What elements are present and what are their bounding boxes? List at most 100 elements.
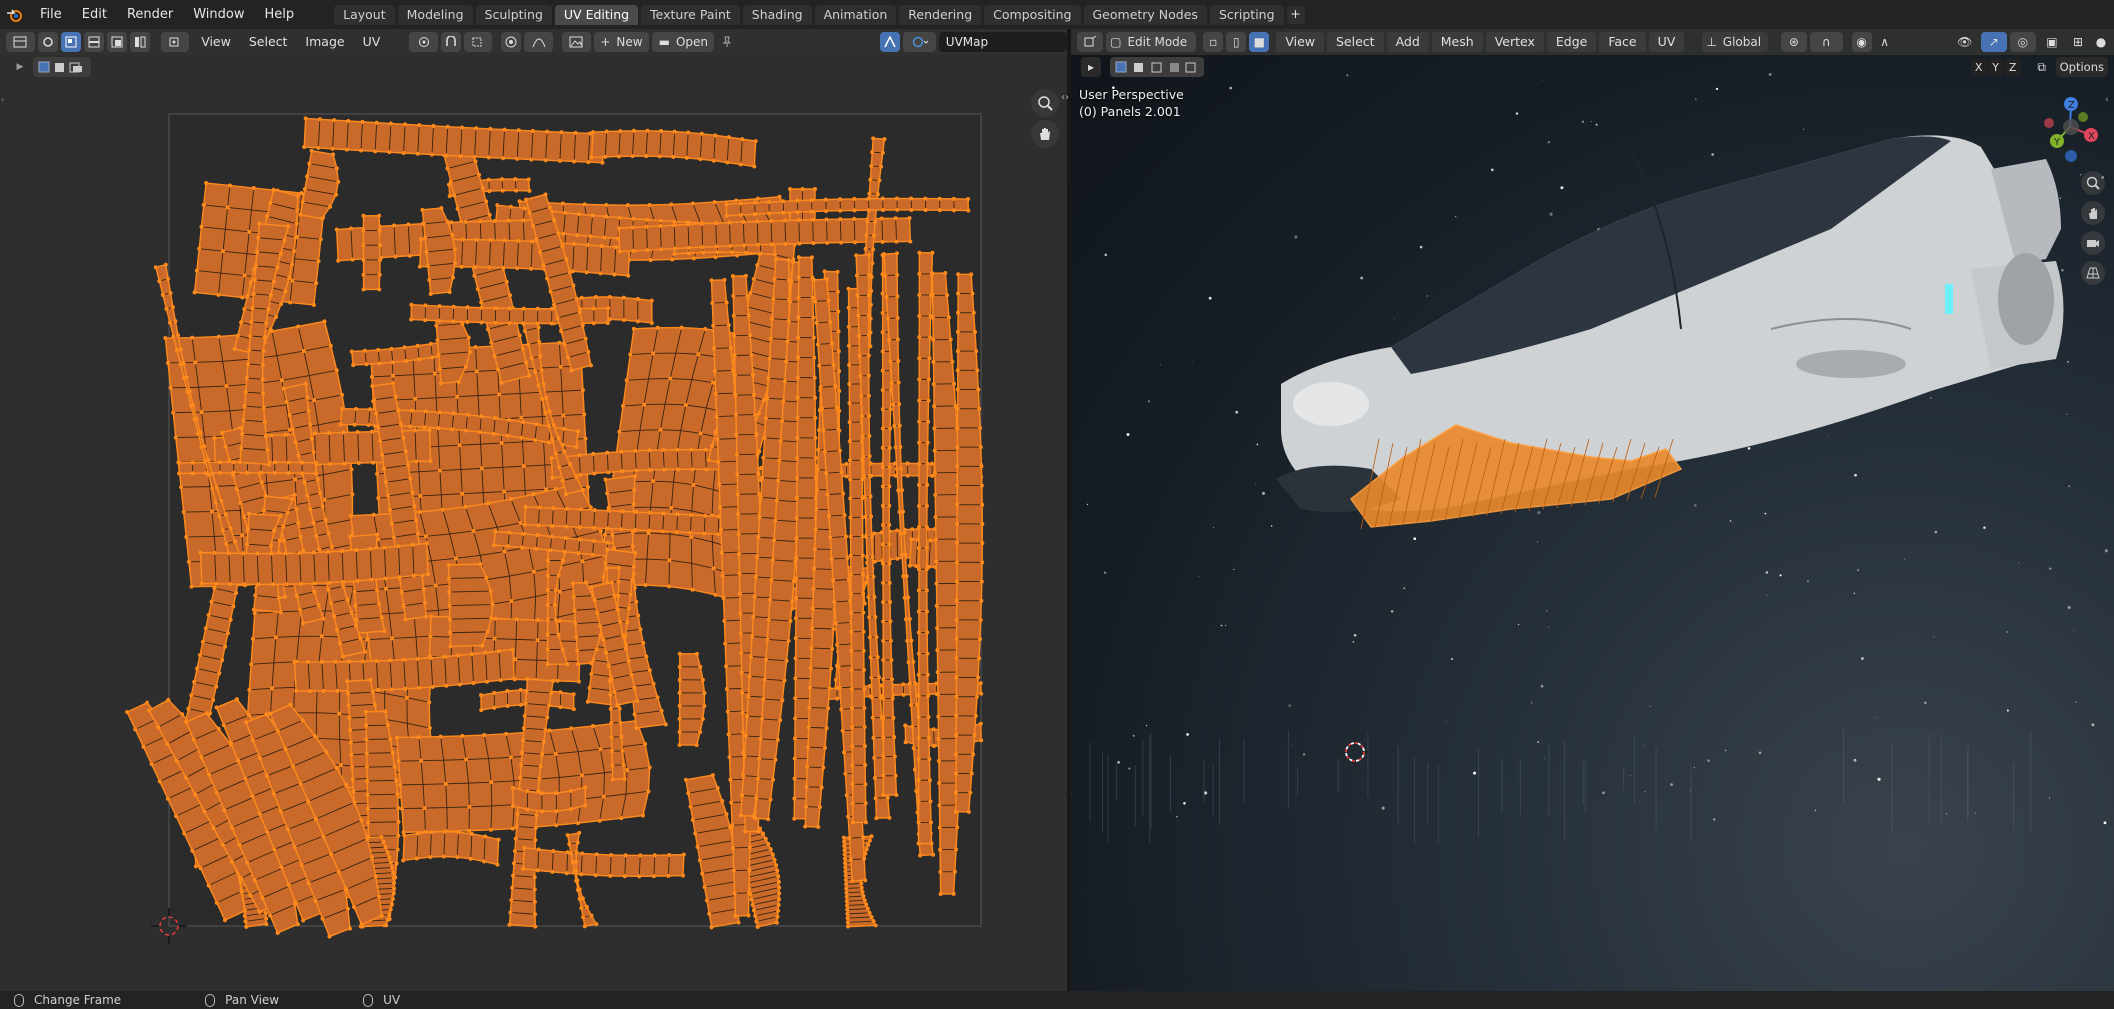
uv-vertex[interactable] xyxy=(758,251,763,256)
uv-vertex[interactable] xyxy=(862,725,867,730)
uv-vertex[interactable] xyxy=(218,470,223,475)
zoom-view-icon[interactable] xyxy=(1031,89,1059,117)
uv-vertex[interactable] xyxy=(954,579,959,584)
uv-vertex[interactable] xyxy=(880,484,885,489)
pan-view-hand-icon[interactable] xyxy=(1031,120,1059,148)
uv-vertex[interactable] xyxy=(968,790,973,795)
uv-vertex[interactable] xyxy=(677,742,682,747)
uv-vertex[interactable] xyxy=(861,610,866,615)
uv-vertex[interactable] xyxy=(917,482,922,487)
uv-vertex[interactable] xyxy=(972,733,977,738)
uv-vertex[interactable] xyxy=(880,503,885,508)
uv-vertex[interactable] xyxy=(892,735,897,740)
new-image-button[interactable]: + New xyxy=(593,32,650,52)
uv-vertex[interactable] xyxy=(378,243,383,248)
menu-edit[interactable]: Edit xyxy=(72,0,117,29)
uv-vertex[interactable] xyxy=(956,272,961,277)
uv-vertex[interactable] xyxy=(888,426,893,431)
tab-texture-paint[interactable]: Texture Paint xyxy=(641,4,740,25)
edge-select-icon[interactable] xyxy=(83,32,104,52)
uv-vertex[interactable] xyxy=(928,335,933,340)
uv-vertex[interactable] xyxy=(955,541,960,546)
uv-vertex[interactable] xyxy=(552,602,557,607)
uv-vertex[interactable] xyxy=(744,250,749,255)
uv-vertex[interactable] xyxy=(556,632,561,637)
uv-vertex[interactable] xyxy=(925,672,930,677)
axis-z-button[interactable]: Z xyxy=(2004,58,2021,76)
uv-vertex[interactable] xyxy=(607,294,612,299)
uv-vertex[interactable] xyxy=(917,377,922,382)
face-mode-icon[interactable]: ■ xyxy=(1249,32,1270,52)
uv-vertex[interactable] xyxy=(980,502,985,507)
uv-vertex[interactable] xyxy=(955,368,960,373)
falloff-icon[interactable] xyxy=(524,32,554,52)
uv-vertex[interactable] xyxy=(975,694,980,699)
uv-vertex[interactable] xyxy=(954,675,959,680)
uv-vertex[interactable] xyxy=(793,616,798,621)
uv-vertex[interactable] xyxy=(813,455,818,460)
uv-vertex[interactable] xyxy=(850,801,855,806)
uv-vertex[interactable] xyxy=(955,521,960,526)
uv-vertex[interactable] xyxy=(880,349,885,354)
uv-vertex[interactable] xyxy=(926,398,931,403)
uv-vertex[interactable] xyxy=(955,464,960,469)
uv-vertex[interactable] xyxy=(978,425,983,430)
uv-vertex[interactable] xyxy=(794,495,799,500)
uv-vertex[interactable] xyxy=(917,419,922,424)
uv-vertex[interactable] xyxy=(545,602,550,607)
uv-vertex[interactable] xyxy=(916,757,921,762)
uv-vertex[interactable] xyxy=(794,596,799,601)
uv-vertex[interactable] xyxy=(978,637,983,642)
uv-vertex[interactable] xyxy=(955,387,960,392)
uv-vertex[interactable] xyxy=(954,560,959,565)
vp-menu-uv[interactable]: UV xyxy=(1648,32,1685,52)
uv-vertex[interactable] xyxy=(677,716,682,721)
uv-vertex[interactable] xyxy=(677,703,682,708)
uv-vertex[interactable] xyxy=(976,675,981,680)
uv-vertex[interactable] xyxy=(794,576,799,581)
uv-vertex[interactable] xyxy=(925,609,930,614)
tool-select-icon[interactable]: ▸ xyxy=(1081,57,1101,77)
uv-vertex[interactable] xyxy=(539,791,544,796)
uv-vertex[interactable] xyxy=(361,213,366,218)
uv-vertex[interactable] xyxy=(980,521,985,526)
uv-vertex[interactable] xyxy=(286,460,291,465)
uv-vertex[interactable] xyxy=(881,754,886,759)
overlay-dropdown-icon[interactable] xyxy=(903,32,936,52)
uv-vertex[interactable] xyxy=(887,465,892,470)
uv-vertex[interactable] xyxy=(729,250,734,255)
uv-vertex[interactable] xyxy=(795,455,800,460)
uv-vertex[interactable] xyxy=(231,470,236,475)
axis-y-button[interactable]: Y xyxy=(1987,58,2004,76)
uv-vertex[interactable] xyxy=(565,662,570,667)
uv-vertex[interactable] xyxy=(881,715,886,720)
tab-compositing[interactable]: Compositing xyxy=(984,4,1081,25)
uv-vertex[interactable] xyxy=(300,460,305,465)
vp-menu-select[interactable]: Select xyxy=(1327,32,1384,52)
uv-vertex[interactable] xyxy=(672,252,677,257)
uv-vertex[interactable] xyxy=(811,315,816,320)
uv-editor[interactable]: View Select Image UV + New ▬ Open UVMap ▶ … xyxy=(0,29,1067,991)
camera-view-icon[interactable] xyxy=(2081,231,2105,255)
uv-vertex[interactable] xyxy=(553,588,558,593)
uv-vertex[interactable] xyxy=(850,725,855,730)
area-corner-arrow-icon[interactable]: ‹ xyxy=(2105,95,2109,105)
uv-vertex[interactable] xyxy=(916,693,921,698)
uv-vertex[interactable] xyxy=(881,735,886,740)
uv-vertex[interactable] xyxy=(860,534,865,539)
menu-render[interactable]: Render xyxy=(117,0,183,29)
uv-vertex[interactable] xyxy=(880,330,885,335)
uv-vertex[interactable] xyxy=(861,648,866,653)
uv-vertex[interactable] xyxy=(880,522,885,527)
tab-animation[interactable]: Animation xyxy=(814,4,897,25)
uv-vertex[interactable] xyxy=(926,693,931,698)
uv-vertex[interactable] xyxy=(881,638,886,643)
uv-vertex[interactable] xyxy=(927,757,932,762)
shading-wire-icon[interactable]: ⊞ xyxy=(2068,32,2088,52)
uv-vertex[interactable] xyxy=(888,619,893,624)
uv-vertex[interactable] xyxy=(930,250,935,255)
xray-icon[interactable]: ▣ xyxy=(2039,32,2065,52)
uv-vertex[interactable] xyxy=(979,579,984,584)
uv-vertex[interactable] xyxy=(916,820,921,825)
uv-vertex[interactable] xyxy=(916,651,921,656)
